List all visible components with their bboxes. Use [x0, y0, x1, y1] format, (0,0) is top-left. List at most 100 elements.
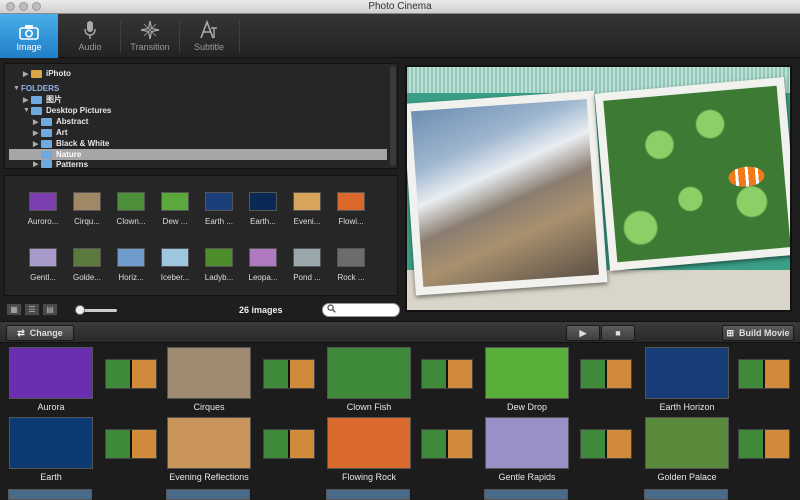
tree-section-folders[interactable]: ▼ FOLDERS [13, 83, 59, 94]
disclosure-right-icon[interactable]: ▶ [33, 129, 41, 137]
clip-label: Cirques [193, 402, 225, 412]
storyboard-clip[interactable]: Earth Horizon [644, 347, 730, 412]
grid-thumbnail[interactable]: Pond ... [285, 248, 329, 282]
tree-item-patterns[interactable]: ▶ Patterns [33, 160, 88, 168]
grid-view-icon[interactable]: ▦ [6, 303, 22, 316]
folder-icon [41, 150, 52, 159]
clip-label: Flowing Rock [341, 472, 397, 482]
thumbnail-label: Gentl... [30, 273, 56, 282]
clip-thumbnail-partial[interactable] [484, 489, 568, 500]
storyboard-clip[interactable]: Evening Reflections [166, 417, 252, 482]
grid-thumbnail[interactable]: Iceber... [153, 248, 197, 282]
disclosure-down-icon[interactable]: ▼ [23, 107, 31, 114]
thumbnail-image [337, 248, 365, 267]
transition-thumbnail[interactable] [263, 359, 315, 389]
storyboard-clip[interactable]: Golden Palace [644, 417, 730, 482]
tool-image[interactable]: Image [0, 14, 58, 58]
tree-item-desktop-pictures[interactable]: ▼ Desktop Pictures [23, 105, 111, 116]
transition-thumbnail[interactable] [421, 429, 473, 459]
preview-photo-right [594, 77, 790, 271]
tool-transition[interactable]: Transition [121, 14, 179, 58]
folder-icon [31, 106, 42, 115]
camera-icon [0, 14, 58, 40]
window-title: Photo Cinema [368, 1, 432, 12]
grid-thumbnail[interactable]: Clown... [109, 192, 153, 226]
play-icon: ▶ [579, 327, 587, 338]
grid-thumbnail[interactable]: Cirqu... [65, 192, 109, 226]
grid-thumbnail[interactable]: Rock ... [329, 248, 373, 282]
storyboard-timeline: Aurora Cirques Clown Fish Dew Drop Earth Hor… [0, 343, 800, 500]
detail-view-icon[interactable]: ▤ [42, 303, 58, 316]
stop-button[interactable]: ■ [601, 325, 635, 341]
grid-thumbnail[interactable]: Auroro... [21, 192, 65, 226]
thumbnail-label: Iceber... [160, 273, 190, 282]
tool-subtitle-label: Subtitle [193, 42, 225, 52]
change-button[interactable]: ⇄ Change [6, 325, 74, 341]
storyboard-clip[interactable]: Aurora [8, 347, 94, 412]
build-movie-button[interactable]: ⊞ Build Movie [722, 325, 794, 341]
slider-knob[interactable] [75, 305, 85, 315]
transition-thumbnail[interactable] [738, 429, 790, 459]
title-bar: Photo Cinema [0, 0, 800, 14]
transition-thumbnail[interactable] [738, 359, 790, 389]
grid-thumbnail[interactable]: Eveni... [285, 192, 329, 226]
storyboard-clip[interactable]: Earth [8, 417, 94, 482]
tree-item-pictures[interactable]: ▶ 图片 [23, 94, 62, 105]
change-icon: ⇄ [17, 327, 25, 338]
tree-item-nature[interactable]: ▶ Nature [9, 149, 387, 160]
stop-icon: ■ [615, 328, 621, 338]
clip-thumbnail-partial[interactable] [326, 489, 410, 500]
clip-thumbnail [485, 417, 569, 469]
tree-item-iphoto[interactable]: ▶ iPhoto [23, 68, 71, 79]
disclosure-right-icon[interactable]: ▶ [23, 70, 31, 78]
storyboard-clip[interactable]: Clown Fish [326, 347, 412, 412]
disclosure-right-icon[interactable]: ▶ [23, 96, 31, 104]
grid-thumbnail[interactable]: Dew ... [153, 192, 197, 226]
disclosure-right-icon[interactable]: ▶ [33, 160, 41, 168]
search-field[interactable] [322, 303, 400, 317]
tree-item-black-white[interactable]: ▶ Black & White [33, 138, 109, 149]
clip-thumbnail [167, 347, 251, 399]
list-view-icon[interactable]: ☰ [24, 303, 40, 316]
grid-thumbnail[interactable]: Flowi... [329, 192, 373, 226]
thumbnail-label: Pond ... [293, 273, 321, 282]
grid-thumbnail[interactable]: Ladyb... [197, 248, 241, 282]
storyboard-clip[interactable]: Flowing Rock [326, 417, 412, 482]
transition-thumbnail[interactable] [421, 359, 473, 389]
clip-label: Earth [40, 472, 62, 482]
grid-thumbnail[interactable]: Golde... [65, 248, 109, 282]
storyboard-clip[interactable]: Cirques [166, 347, 252, 412]
clip-thumbnail [327, 347, 411, 399]
tool-audio[interactable]: Audio [61, 14, 119, 58]
disclosure-right-icon[interactable]: ▶ [33, 118, 41, 126]
preview-photo-left [407, 90, 608, 296]
storyboard-clip[interactable]: Dew Drop [484, 347, 570, 412]
transition-thumbnail[interactable] [105, 429, 157, 459]
tree-item-art[interactable]: ▶ Art [33, 127, 68, 138]
transition-thumbnail[interactable] [263, 429, 315, 459]
grid-thumbnail[interactable]: Earth... [241, 192, 285, 226]
transition-thumbnail[interactable] [580, 359, 632, 389]
transition-thumbnail[interactable] [105, 359, 157, 389]
play-button[interactable]: ▶ [566, 325, 600, 341]
folder-icon [41, 117, 52, 126]
transition-thumbnail[interactable] [580, 429, 632, 459]
tree-item-abstract[interactable]: ▶ Abstract [33, 116, 88, 127]
tool-subtitle[interactable]: Subtitle [180, 14, 238, 58]
grid-thumbnail[interactable]: Earth ... [197, 192, 241, 226]
clip-thumbnail-partial[interactable] [8, 489, 92, 500]
disclosure-right-icon[interactable]: ▶ [33, 151, 41, 159]
clip-thumbnail-partial[interactable] [166, 489, 250, 500]
grid-thumbnail[interactable]: Horiz... [109, 248, 153, 282]
grid-thumbnail[interactable]: Leopa... [241, 248, 285, 282]
tree-scrollbar[interactable] [390, 66, 396, 166]
disclosure-right-icon[interactable]: ▶ [33, 140, 41, 148]
clip-thumbnail-partial[interactable] [644, 489, 728, 500]
thumbnail-label: Horiz... [118, 273, 144, 282]
storyboard-clip[interactable]: Gentle Rapids [484, 417, 570, 482]
grid-thumbnail[interactable]: Gentl... [21, 248, 65, 282]
thumbnail-label: Clown... [116, 217, 146, 226]
clownfish-photo [603, 85, 790, 263]
folder-icon [31, 95, 42, 104]
disclosure-down-icon[interactable]: ▼ [13, 85, 21, 92]
